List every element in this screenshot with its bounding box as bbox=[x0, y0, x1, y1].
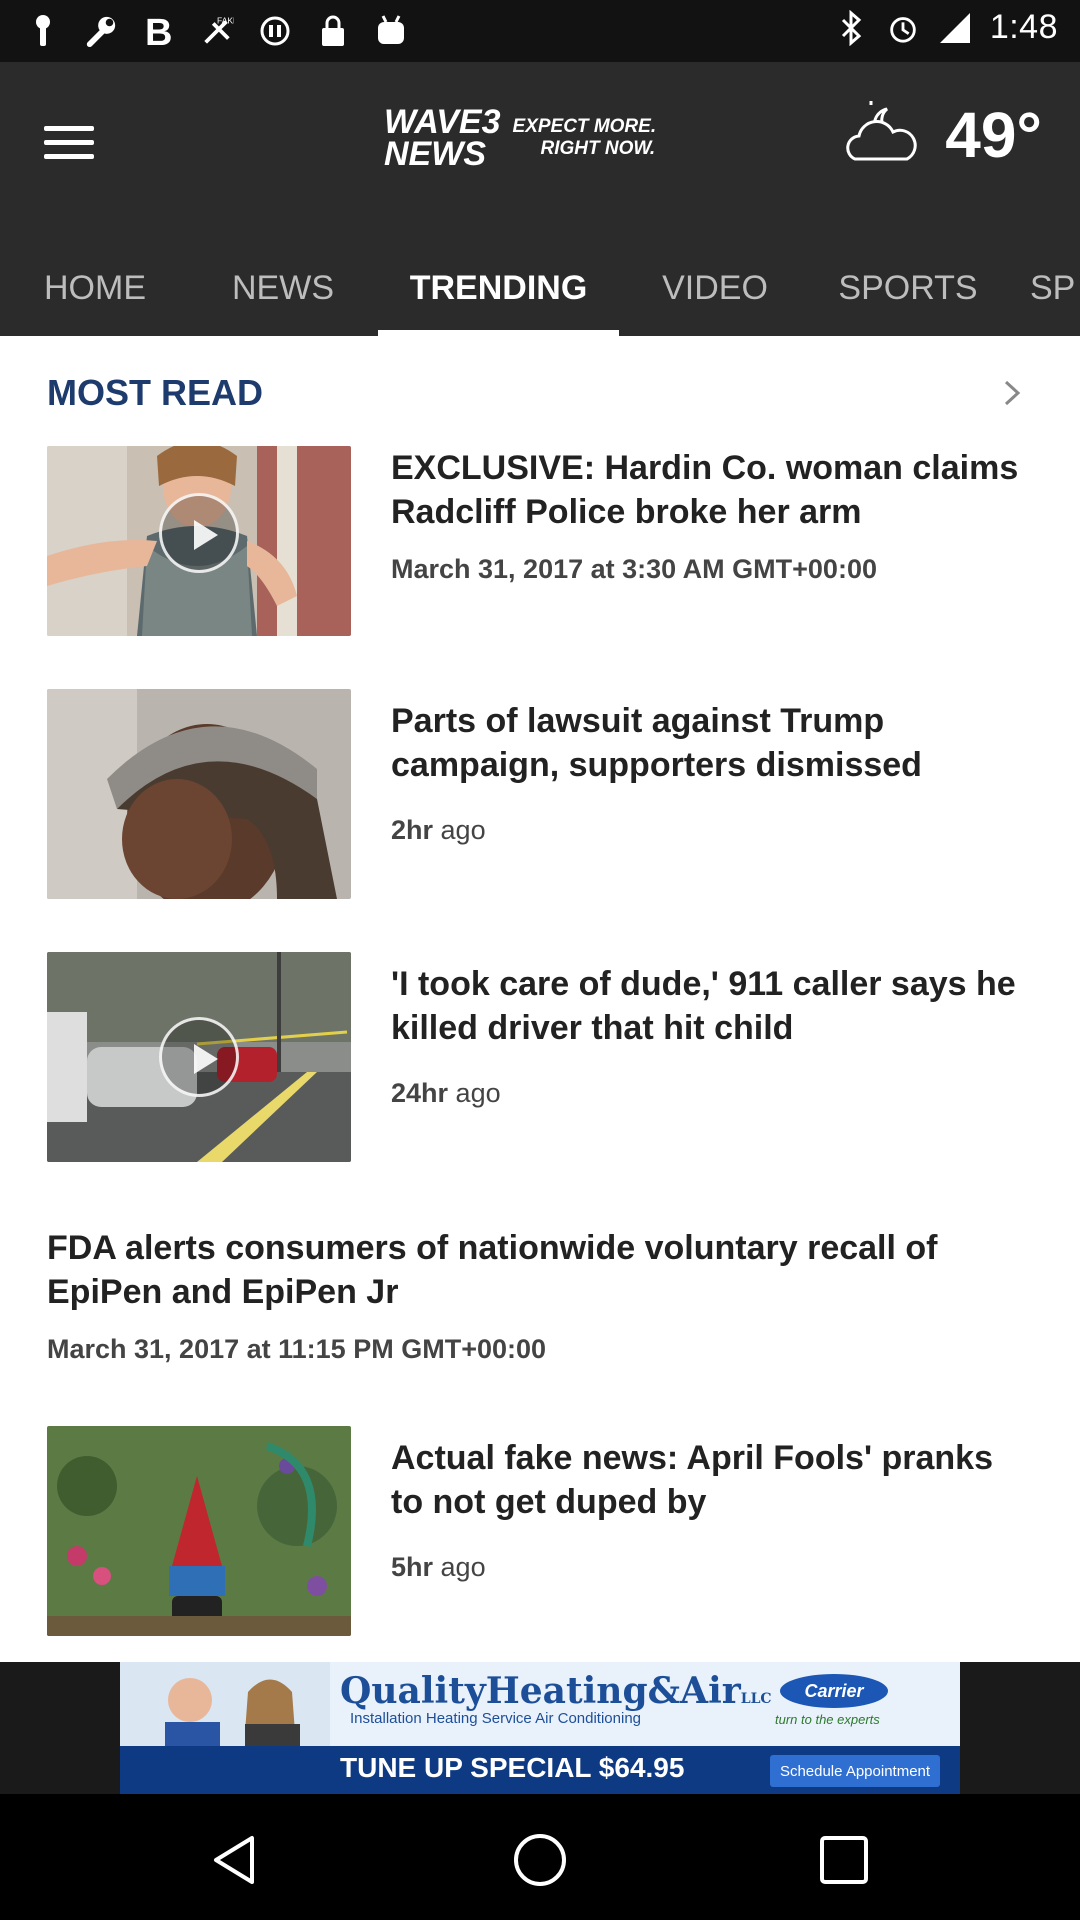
schedule-appointment-button[interactable]: Schedule Appointment bbox=[770, 1755, 940, 1787]
list-item[interactable]: Actual fake news: April Fools' pranks to… bbox=[47, 1426, 1037, 1636]
timestamp-suffix: ago bbox=[433, 815, 486, 845]
timestamp-value: 5hr bbox=[391, 1552, 434, 1582]
play-video-icon[interactable] bbox=[159, 1017, 239, 1097]
status-bar: B FAKE 1:48 bbox=[0, 0, 1080, 62]
timestamp-value: 24hr bbox=[391, 1078, 449, 1108]
ad-headline: QualityHeating&AirLLC bbox=[340, 1670, 772, 1712]
tab-trending[interactable]: TRENDING bbox=[378, 240, 619, 336]
article-title[interactable]: Parts of lawsuit against Trump campaign,… bbox=[391, 699, 1031, 787]
sync-off-icon bbox=[258, 12, 292, 50]
woman-in-beanie-photo bbox=[47, 689, 351, 899]
timestamp-suffix: ago bbox=[448, 1078, 501, 1108]
article-thumbnail[interactable] bbox=[47, 689, 351, 899]
ad-special-offer: TUNE UP SPECIAL $64.95 bbox=[340, 1752, 685, 1783]
timestamp-value: 2hr bbox=[391, 815, 434, 845]
list-item[interactable]: 'I took care of dude,' 911 caller says h… bbox=[47, 952, 1037, 1162]
tab-partial[interactable]: SP bbox=[1030, 240, 1080, 336]
article-timestamp: 5hr ago bbox=[391, 1552, 486, 1583]
carrier-tagline: turn to the experts bbox=[775, 1712, 880, 1727]
recents-square-icon[interactable] bbox=[816, 1832, 872, 1888]
logo-brand-line1: WAVE3 bbox=[384, 103, 501, 141]
logo-tagline-2: RIGHT NOW. bbox=[540, 138, 656, 159]
partly-cloudy-night-icon bbox=[841, 99, 927, 172]
ad-banner-container: QualityHeating&AirLLC Installation Heati… bbox=[0, 1662, 1080, 1794]
tab-news[interactable]: NEWS bbox=[208, 240, 358, 336]
article-timestamp: March 31, 2017 at 3:30 AM GMT+00:00 bbox=[391, 554, 877, 584]
temperature: 49° bbox=[945, 99, 1042, 171]
logo-tagline-1: EXPECT MORE. bbox=[512, 116, 657, 137]
garden-gnome-photo bbox=[47, 1426, 351, 1636]
back-triangle-icon[interactable] bbox=[208, 1832, 264, 1888]
article-thumbnail[interactable] bbox=[47, 1426, 351, 1636]
play-video-icon[interactable] bbox=[159, 493, 239, 573]
list-item[interactable]: FDA alerts consumers of nationwide volun… bbox=[47, 1226, 1037, 1365]
article-thumbnail[interactable] bbox=[47, 952, 351, 1162]
alarm-icon bbox=[886, 9, 920, 47]
wrench-icon bbox=[84, 12, 118, 50]
weather-widget[interactable]: 49° bbox=[841, 98, 1042, 172]
wave3-logo[interactable]: WAVE3 NEWS EXPECT MORE. RIGHT NOW. bbox=[384, 103, 657, 173]
tab-home[interactable]: HOME bbox=[20, 240, 170, 336]
section-title: MOST READ bbox=[47, 372, 263, 413]
article-title[interactable]: EXCLUSIVE: Hardin Co. woman claims Radcl… bbox=[391, 446, 1031, 534]
fake-news-icon: FAKE bbox=[200, 12, 234, 50]
ad-services: Installation Heating Service Air Conditi… bbox=[350, 1710, 641, 1727]
tab-video[interactable]: VIDEO bbox=[640, 240, 790, 336]
menu-icon-line bbox=[44, 125, 94, 131]
article-timestamp: March 31, 2017 at 11:15 PM GMT+00:00 bbox=[47, 1334, 547, 1364]
lock-icon bbox=[316, 12, 350, 50]
ad-headline-suffix: LLC bbox=[740, 1691, 772, 1707]
svg-text:B: B bbox=[145, 13, 172, 49]
article-timestamp: 2hr ago bbox=[391, 815, 486, 846]
hamburger-menu-button[interactable] bbox=[44, 114, 100, 170]
app-header: WAVE3 NEWS EXPECT MORE. RIGHT NOW. 49° bbox=[0, 62, 1080, 270]
ad-bottom-strip: TUNE UP SPECIAL $64.95 Schedule Appointm… bbox=[120, 1746, 960, 1794]
content-area[interactable]: MOST READ EXCLUSIVE: Hardin Co. woman cl… bbox=[0, 336, 1080, 1662]
bluetooth-icon bbox=[834, 9, 868, 47]
menu-icon-line bbox=[44, 139, 94, 145]
list-item[interactable]: Parts of lawsuit against Trump campaign,… bbox=[47, 689, 1037, 899]
svg-text:FAKE: FAKE bbox=[217, 15, 234, 25]
ad-headline-text: QualityHeating&Air bbox=[340, 1670, 741, 1712]
android-icon bbox=[374, 12, 408, 50]
logo-brand-line2: NEWS bbox=[384, 135, 486, 173]
chevron-right-icon[interactable] bbox=[998, 378, 1024, 408]
tab-sports[interactable]: SPORTS bbox=[820, 240, 996, 336]
article-thumbnail[interactable] bbox=[47, 446, 351, 636]
menu-icon-line bbox=[44, 153, 94, 159]
clock: 1:48 bbox=[989, 8, 1058, 46]
signal-icon bbox=[938, 9, 972, 47]
system-nav-bar bbox=[0, 1794, 1080, 1920]
carrier-logo: Carrier bbox=[780, 1674, 888, 1708]
article-title[interactable]: FDA alerts consumers of nationwide volun… bbox=[47, 1226, 1037, 1314]
home-circle-icon[interactable] bbox=[512, 1832, 568, 1888]
section-tabs: HOME NEWS TRENDING VIDEO SPORTS SP bbox=[0, 269, 1080, 336]
bold-b-icon: B bbox=[142, 12, 176, 50]
article-title[interactable]: 'I took care of dude,' 911 caller says h… bbox=[391, 962, 1031, 1050]
article-title[interactable]: Actual fake news: April Fools' pranks to… bbox=[391, 1436, 1031, 1524]
timestamp-suffix: ago bbox=[433, 1552, 486, 1582]
notification-pin-icon bbox=[26, 12, 60, 50]
logo-brand: WAVE3 NEWS bbox=[384, 103, 501, 173]
article-timestamp: 24hr ago bbox=[391, 1078, 501, 1109]
ad-banner[interactable]: QualityHeating&AirLLC Installation Heati… bbox=[120, 1662, 960, 1794]
list-item[interactable]: EXCLUSIVE: Hardin Co. woman claims Radcl… bbox=[47, 446, 1037, 636]
logo-tagline: EXPECT MORE. RIGHT NOW. bbox=[513, 116, 657, 160]
